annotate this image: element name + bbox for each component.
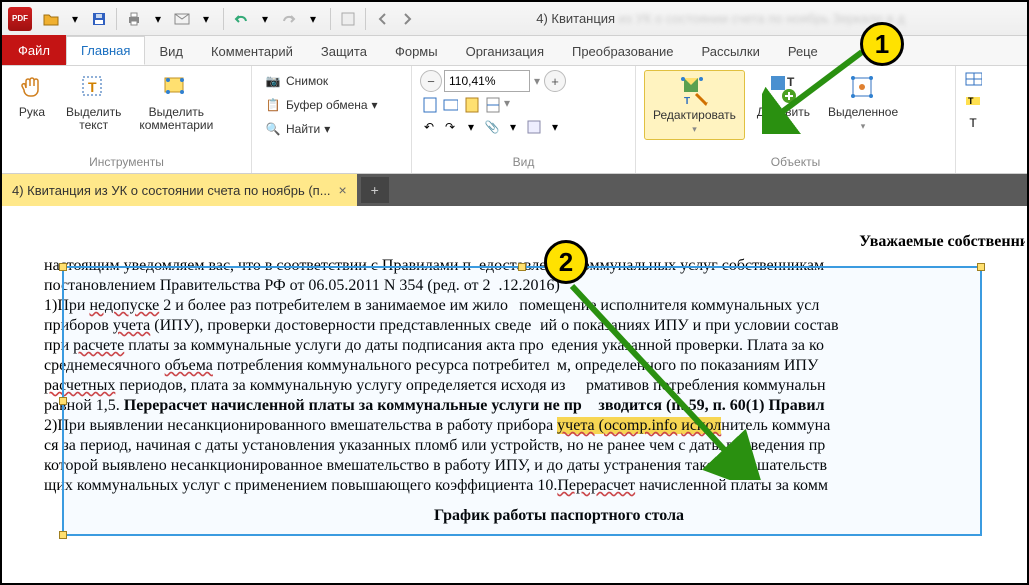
page-heading: Уважаемые собственники (на [44, 232, 1025, 252]
add-icon: T [767, 72, 799, 104]
document-tab-name: 4) Квитанция из УК о состоянии счета по … [12, 183, 331, 198]
tab-forms[interactable]: Формы [381, 38, 452, 65]
clipboard-button[interactable]: 📋Буфер обмена ▾ [260, 94, 382, 116]
group-objects-label: Объекты [636, 153, 955, 173]
group-tools-label: Инструменты [2, 153, 251, 173]
qat-mail-dropdown-icon[interactable]: ▾ [195, 8, 217, 30]
search-icon: 🔍 [264, 120, 282, 138]
page-area[interactable]: Уважаемые собственники (на настоящим уве… [4, 208, 1025, 581]
qat-mail-icon[interactable] [171, 8, 193, 30]
edit-icon: T [678, 75, 710, 107]
snapshot-button[interactable]: 📷Снимок [260, 70, 382, 92]
window-title: 4) Квитанция из УК о состоянии счета по … [420, 11, 1021, 26]
zoom-out-button[interactable]: − [420, 70, 442, 92]
qat-print-dropdown-icon[interactable]: ▾ [147, 8, 169, 30]
select-text-icon: T [78, 72, 110, 104]
camera-icon: 📷 [264, 72, 282, 90]
zoom-in-button[interactable]: + [544, 70, 566, 92]
select-comments-icon [160, 72, 192, 104]
clipboard-icon: 📋 [264, 96, 282, 114]
group-view-label: Вид [412, 153, 635, 173]
qat-redo-icon[interactable] [278, 8, 300, 30]
qat-save-icon[interactable] [88, 8, 110, 30]
tab-main[interactable]: Главная [66, 36, 145, 65]
page-display-icon[interactable] [525, 118, 543, 136]
document-tabs: 4) Квитанция из УК о состоянии счета по … [2, 174, 1027, 206]
add-button[interactable]: T Добавить ▾ [751, 70, 816, 134]
table-tool-icon[interactable] [964, 70, 982, 88]
tab-view[interactable]: Вид [145, 38, 197, 65]
hand-button[interactable]: Рука [10, 70, 54, 121]
tab-convert[interactable]: Преобразование [558, 38, 688, 65]
qat-open-icon[interactable] [40, 8, 62, 30]
qat-undo-icon[interactable] [230, 8, 252, 30]
rotate-dropdown-icon[interactable]: ▾ [462, 118, 480, 136]
new-tab-button[interactable]: + [361, 177, 389, 203]
actual-size-icon[interactable] [462, 96, 480, 114]
badge-2: 2 [544, 240, 588, 284]
fit-page-icon[interactable] [420, 96, 438, 114]
svg-text:T: T [88, 79, 97, 95]
tab-protect[interactable]: Защита [307, 38, 381, 65]
zoom-input[interactable] [444, 70, 530, 92]
badge-1: 1 [860, 22, 904, 66]
select-comments-button[interactable]: Выделить комментарии [133, 70, 219, 134]
tab-comment[interactable]: Комментарий [197, 38, 307, 65]
page-display-dropdown-icon[interactable]: ▾ [546, 118, 564, 136]
qat-redo-dropdown-icon[interactable]: ▾ [302, 8, 324, 30]
tab-rece[interactable]: Реце [774, 38, 832, 65]
attach-icon[interactable]: 📎 [483, 118, 501, 136]
svg-text:T: T [968, 96, 974, 106]
select-text-button[interactable]: T Выделить текст [60, 70, 127, 134]
text-tool-icon[interactable]: T [964, 114, 982, 132]
attach-dropdown-icon[interactable]: ▾ [504, 118, 522, 136]
qat-open-dropdown-icon[interactable]: ▾ [64, 8, 86, 30]
document-tab[interactable]: 4) Квитанция из УК о состоянии счета по … [2, 174, 357, 206]
rotate-left-icon[interactable]: ↶ [420, 118, 438, 136]
hand-icon [16, 72, 48, 104]
close-tab-icon[interactable]: × [339, 182, 347, 198]
qat-direct-icon[interactable] [337, 8, 359, 30]
edit-button[interactable]: T Редактировать ▾ [644, 70, 745, 140]
svg-text:T: T [684, 96, 690, 107]
ribbon: Рука T Выделить текст Выделить комментар… [2, 66, 1027, 174]
qat-undo-dropdown-icon[interactable]: ▾ [254, 8, 276, 30]
selected-icon [847, 72, 879, 104]
svg-text:T: T [787, 75, 795, 89]
zoom-dropdown-icon[interactable]: ▾ [532, 74, 542, 88]
find-button[interactable]: 🔍Найти ▾ [260, 118, 382, 140]
tab-organize[interactable]: Организация [452, 38, 558, 65]
selection-box[interactable] [62, 266, 982, 536]
fit-width-icon[interactable] [441, 96, 459, 114]
qat-next-icon[interactable] [396, 8, 418, 30]
app-icon: PDF [8, 7, 32, 31]
fit-visible-icon[interactable] [483, 96, 501, 114]
qat-print-icon[interactable] [123, 8, 145, 30]
selected-button[interactable]: Выделенное ▾ [822, 70, 904, 134]
highlight-tool-icon[interactable]: T [964, 92, 982, 110]
rotate-right-icon[interactable]: ↷ [441, 118, 459, 136]
qat-prev-icon[interactable] [372, 8, 394, 30]
tab-file[interactable]: Файл [2, 35, 66, 65]
tab-mail[interactable]: Рассылки [687, 38, 773, 65]
